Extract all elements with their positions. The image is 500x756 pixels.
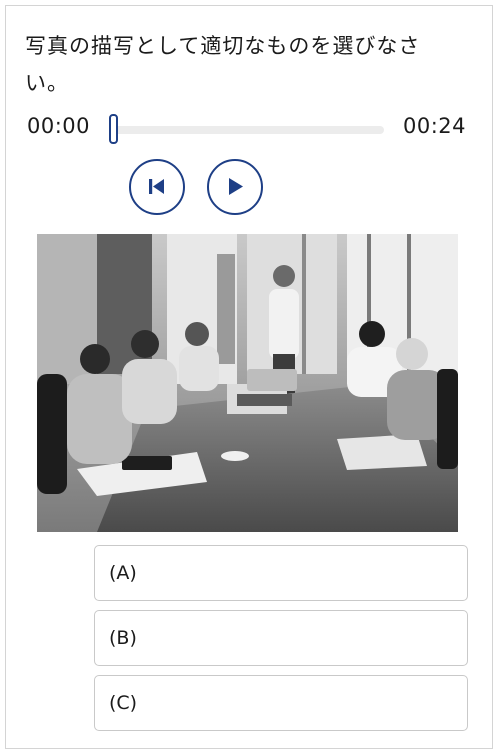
skip-back-icon (149, 179, 164, 194)
progress-handle[interactable] (109, 114, 118, 144)
choice-c[interactable]: (C) (94, 675, 468, 731)
choice-b[interactable]: (B) (94, 610, 468, 666)
choice-a[interactable]: (A) (94, 545, 468, 601)
choice-c-label: (C) (109, 692, 138, 714)
total-time: 00:24 (402, 114, 466, 138)
rewind-button[interactable] (129, 159, 185, 215)
choice-b-label: (B) (109, 627, 137, 649)
audio-progress-track[interactable] (112, 126, 384, 134)
play-button[interactable] (207, 159, 263, 215)
meeting-photo (37, 234, 458, 532)
current-time: 00:00 (27, 114, 91, 138)
play-icon (229, 178, 243, 195)
question-text: 写真の描写として適切なものを選びなさい。 (25, 34, 421, 95)
choice-a-label: (A) (109, 562, 137, 584)
